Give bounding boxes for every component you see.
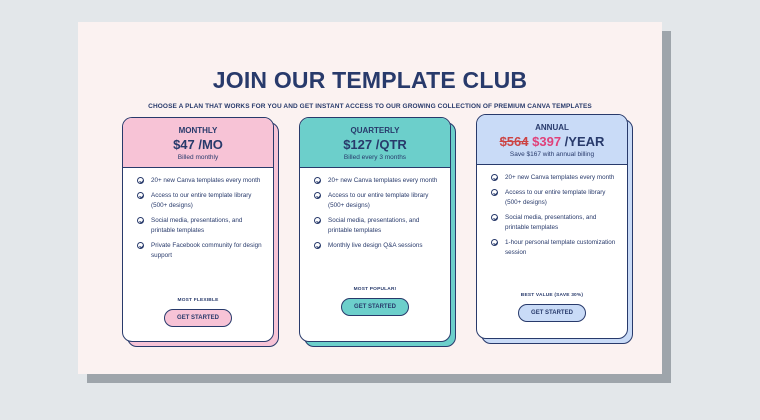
feature-item: 1-hour personal template customization s… <box>491 238 617 258</box>
feature-item: Access to our entire template library (5… <box>314 191 440 211</box>
check-circle-icon <box>137 242 144 249</box>
feature-item: 20+ new Canva templates every month <box>491 173 617 183</box>
feature-list: 20+ new Canva templates every month Acce… <box>477 165 627 258</box>
card-body: QUARTERLY $127 /QTR Billed every 3 month… <box>299 117 451 342</box>
feature-list: 20+ new Canva templates every month Acce… <box>123 168 273 261</box>
plan-name: ANNUAL <box>535 123 569 132</box>
card-body: MONTHLY $47 /MO Billed monthly 20+ new C… <box>122 117 274 342</box>
feature-text: Social media, presentations, and printab… <box>151 217 243 234</box>
check-circle-icon <box>491 174 498 181</box>
check-circle-icon <box>314 217 321 224</box>
feature-list: 20+ new Canva templates every month Acce… <box>300 168 450 251</box>
feature-text: Social media, presentations, and printab… <box>505 214 597 231</box>
plan-price: $564 $397 /YEAR <box>477 134 627 149</box>
feature-item: Social media, presentations, and printab… <box>314 216 440 236</box>
get-started-button-annual[interactable]: GET STARTED <box>518 304 586 322</box>
price-unit: /YEAR <box>564 134 605 149</box>
feature-item: 20+ new Canva templates every month <box>314 176 440 186</box>
feature-text: Private Facebook community for design su… <box>151 242 262 259</box>
plan-name: MONTHLY <box>178 126 218 135</box>
check-circle-icon <box>314 192 321 199</box>
card-header: QUARTERLY $127 /QTR Billed every 3 month… <box>300 118 450 168</box>
check-circle-icon <box>314 242 321 249</box>
feature-text: 1-hour personal template customization s… <box>505 239 616 256</box>
plan-tag: BEST VALUE (SAVE 30%) <box>520 293 584 298</box>
feature-item: Access to our entire template library (5… <box>137 191 263 211</box>
get-started-button-monthly[interactable]: GET STARTED <box>164 309 232 327</box>
get-started-button-quarterly[interactable]: GET STARTED <box>341 298 409 316</box>
check-circle-icon <box>314 177 321 184</box>
feature-text: Social media, presentations, and printab… <box>328 217 420 234</box>
feature-text: Monthly live design Q&A sessions <box>328 242 423 249</box>
feature-item: 20+ new Canva templates every month <box>137 176 263 186</box>
card-header: MONTHLY $47 /MO Billed monthly <box>123 118 273 168</box>
check-circle-icon <box>137 177 144 184</box>
check-circle-icon <box>137 192 144 199</box>
feature-text: Access to our entire template library (5… <box>328 192 429 209</box>
feature-text: Access to our entire template library (5… <box>505 189 606 206</box>
feature-text: 20+ new Canva templates every month <box>505 174 615 181</box>
plan-billing-note: Billed every 3 months <box>343 154 407 161</box>
old-price: $564 <box>499 134 529 149</box>
plan-price: $47 /MO <box>173 137 223 152</box>
feature-item: Private Facebook community for design su… <box>137 241 263 261</box>
check-circle-icon <box>491 239 498 246</box>
feature-text: 20+ new Canva templates every month <box>151 177 261 184</box>
pricing-panel: JOIN OUR TEMPLATE CLUB CHOOSE A PLAN THA… <box>78 22 662 374</box>
card-body: ANNUAL $564 $397 /YEAR Save $167 with an… <box>476 114 628 339</box>
plan-billing-note: Billed monthly <box>177 154 219 161</box>
page-title: JOIN OUR TEMPLATE CLUB <box>212 67 528 93</box>
plan-billing-note: Save $167 with annual billing <box>509 151 595 158</box>
check-circle-icon <box>491 189 498 196</box>
feature-text: Access to our entire template library (5… <box>151 192 252 209</box>
feature-item: Monthly live design Q&A sessions <box>314 241 440 251</box>
card-header: ANNUAL $564 $397 /YEAR Save $167 with an… <box>477 115 627 165</box>
new-price: $397 <box>532 134 562 149</box>
check-circle-icon <box>491 214 498 221</box>
feature-item: Access to our entire template library (5… <box>491 188 617 208</box>
plan-price: $127 /QTR <box>343 137 407 152</box>
page-subtitle: CHOOSE A PLAN THAT WORKS FOR YOU AND GET… <box>148 103 592 110</box>
feature-item: Social media, presentations, and printab… <box>491 213 617 233</box>
check-circle-icon <box>137 217 144 224</box>
plan-tag: MOST POPULAR! <box>353 287 397 292</box>
feature-item: Social media, presentations, and printab… <box>137 216 263 236</box>
feature-text: 20+ new Canva templates every month <box>328 177 438 184</box>
plan-name: QUARTERLY <box>350 126 400 135</box>
plan-tag: MOST FLEXIBLE <box>177 298 219 303</box>
